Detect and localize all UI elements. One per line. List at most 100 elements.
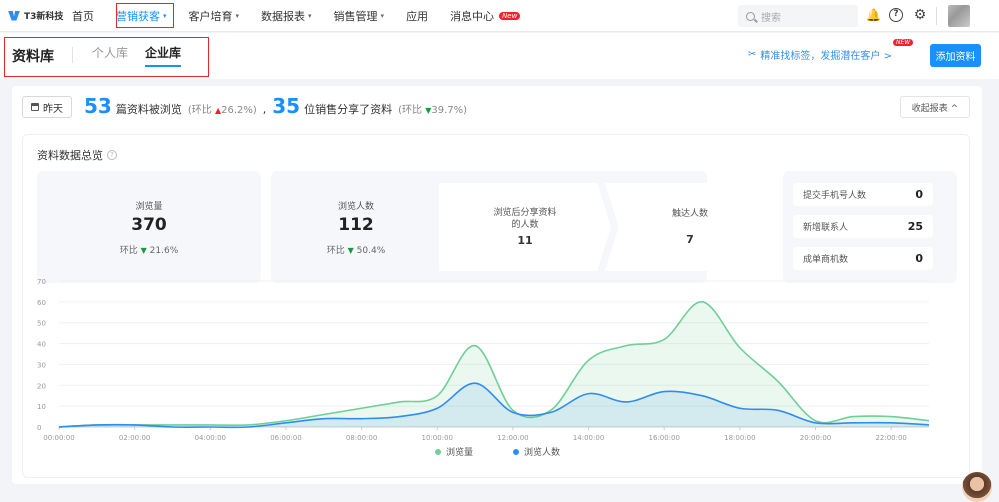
chevron-down-icon: ▾ — [236, 12, 240, 20]
help-icon[interactable]: ? — [889, 8, 903, 22]
promo-link[interactable]: ✂ 精准找标签，发掘潜在客户 > — [748, 47, 892, 62]
search-placeholder: 搜索 — [761, 9, 781, 24]
gear-icon[interactable]: ⚙ — [913, 8, 927, 22]
legend-label: 浏览量 — [446, 445, 473, 458]
x-tick-label: 12:00:00 — [497, 434, 528, 442]
nav-item-apps[interactable]: 应用 — [406, 8, 428, 24]
views-label: 浏览量 — [37, 199, 261, 212]
y-tick-label: 0 — [37, 424, 41, 432]
ratio-label: 环比 — [327, 246, 345, 256]
funnel-shared-value: 11 — [439, 234, 611, 247]
nav-item-label: 客户培育 — [189, 8, 233, 24]
brand-logo[interactable]: T3新科技 — [8, 9, 63, 22]
funnel-reach-value: 7 — [605, 233, 775, 246]
chevron-down-icon: ▾ — [381, 12, 385, 20]
y-tick-label: 10 — [37, 403, 46, 411]
nav-item-home[interactable]: 首页 — [72, 8, 94, 24]
ratio-value: 39.7%) — [431, 105, 467, 116]
y-tick-label: 60 — [37, 299, 46, 307]
nav-item-reports[interactable]: 数据报表▾ — [261, 8, 312, 24]
search-input[interactable]: 搜索 — [738, 5, 858, 27]
x-tick-label: 22:00:00 — [875, 434, 906, 442]
summary-headline: 53 篇资料被浏览 (环比 ▲26.2%) , 35 位销售分享了资料 (环比 … — [84, 94, 467, 118]
visitors-value: 112 — [271, 215, 441, 235]
nav-item-label: 销售管理 — [334, 8, 378, 24]
viewed-count: 53 — [84, 94, 112, 118]
overview-title: 资料数据总览 ? — [37, 147, 117, 163]
y-tick-label: 20 — [37, 382, 46, 390]
nav-item-label: 首页 — [72, 8, 94, 24]
stat-label: 新增联系人 — [803, 220, 848, 233]
calendar-icon — [31, 103, 39, 111]
brand-name: T3新科技 — [24, 9, 63, 22]
funnel-reach-label: 触达人数 — [605, 208, 775, 220]
y-tick-label: 30 — [37, 361, 46, 369]
collapse-report-button[interactable]: 收起报表 ^ — [900, 96, 970, 118]
y-tick-label: 70 — [37, 278, 46, 286]
x-tick-label: 00:00:00 — [43, 434, 74, 442]
nav-item-label: 数据报表 — [261, 8, 305, 24]
x-tick-label: 10:00:00 — [422, 434, 453, 442]
stat-phone-submissions: 提交手机号人数 0 — [793, 183, 933, 206]
legend-views[interactable]: 浏览量 — [435, 445, 473, 458]
ratio-value: 21.6% — [150, 246, 179, 256]
x-tick-label: 08:00:00 — [346, 434, 377, 442]
promo-new-badge: NEW — [893, 39, 913, 46]
down-arrow-icon: ▼ — [348, 246, 354, 255]
viewed-ratio: (环比 ▲26.2%) — [188, 101, 257, 116]
legend-dot — [435, 449, 441, 455]
help-icon[interactable]: ? — [107, 150, 117, 160]
funnel-shared-label-2: 的人数 — [439, 219, 611, 231]
brand-logo-icon — [8, 11, 20, 21]
add-material-button[interactable]: 添加资料 — [930, 44, 981, 67]
ratio-label: (环比 — [398, 105, 422, 116]
x-tick-label: 20:00:00 — [800, 434, 831, 442]
assistant-avatar[interactable] — [962, 472, 992, 502]
x-tick-label: 02:00:00 — [119, 434, 150, 442]
views-value: 370 — [37, 215, 261, 235]
funnel-step-reach: 触达人数 7 — [605, 183, 775, 271]
search-icon — [746, 12, 755, 21]
nav-item-sales[interactable]: 销售管理▾ — [334, 8, 385, 24]
ratio-value: 50.4% — [357, 246, 386, 256]
viewed-label: 篇资料被浏览 — [116, 101, 182, 117]
stat-new-contacts: 新增联系人25 — [793, 215, 933, 238]
highlight-box-nav — [116, 3, 174, 28]
nav-item-messages[interactable]: 消息中心 New — [450, 8, 520, 24]
funnel-shared-label-1: 浏览后分享资料 — [439, 207, 611, 219]
stat-label: 提交手机号人数 — [803, 188, 866, 201]
views-ratio: 环比 ▼ 21.6% — [37, 243, 261, 256]
report-card: 昨天 53 篇资料被浏览 (环比 ▲26.2%) , 35 位销售分享了资料 (… — [12, 86, 982, 484]
x-tick-label: 06:00:00 — [270, 434, 301, 442]
library-header: 资料库 个人库 企业库 ✂ 精准找标签，发掘潜在客户 > NEW 添加资料 — [0, 33, 999, 79]
nav-item-customer[interactable]: 客户培育▾ — [189, 8, 240, 24]
data-overview-panel: 资料数据总览 ? 浏览量 370 环比 ▼ 21.6% 浏览人数 112 环比 … — [22, 134, 970, 478]
x-tick-label: 16:00:00 — [648, 434, 679, 442]
legend-visitors[interactable]: 浏览人数 — [513, 445, 560, 458]
nav-item-label: 应用 — [406, 8, 428, 24]
x-tick-label: 04:00:00 — [195, 434, 226, 442]
overview-title-text: 资料数据总览 — [37, 147, 103, 163]
new-badge: New — [499, 12, 520, 20]
down-arrow-icon: ▼ — [141, 246, 147, 255]
highlight-box-library — [4, 37, 209, 77]
stat-value: 0 — [915, 188, 923, 201]
tag-icon: ✂ — [748, 49, 756, 60]
top-navbar: T3新科技 首页 营销获客▾ 客户培育▾ 数据报表▾ 销售管理▾ 应用 消息中心… — [0, 0, 999, 32]
trend-chart: 01020304050607000:00:0002:00:0004:00:000… — [23, 263, 969, 443]
ratio-label: (环比 — [188, 105, 212, 116]
bell-icon[interactable]: 🔔 — [866, 8, 880, 22]
funnel-step-shared: 浏览后分享资料 的人数 11 — [439, 183, 611, 271]
y-tick-label: 40 — [37, 341, 46, 349]
legend-dot — [513, 449, 519, 455]
date-picker-button[interactable]: 昨天 — [22, 96, 72, 118]
shared-ratio: (环比 ▼39.7%) — [398, 101, 467, 116]
x-tick-label: 18:00:00 — [724, 434, 755, 442]
user-avatar[interactable] — [948, 5, 970, 27]
nav-item-label: 消息中心 — [450, 8, 494, 24]
promo-text: 精准找标签，发掘潜在客户 > — [760, 47, 892, 62]
visitors-label: 浏览人数 — [271, 199, 441, 212]
x-tick-label: 14:00:00 — [573, 434, 604, 442]
shared-label: 位销售分享了资料 — [304, 101, 392, 117]
ratio-value: 26.2%) — [221, 105, 257, 116]
